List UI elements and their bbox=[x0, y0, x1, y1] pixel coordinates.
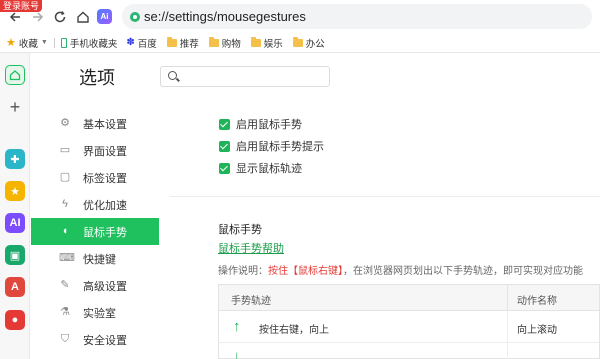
bookmark-label: 推荐 bbox=[179, 38, 199, 50]
menu-item-label: 优化加速 bbox=[83, 199, 127, 212]
enable-gesture-hints-checkbox-row[interactable]: 启用鼠标手势提示 bbox=[219, 138, 324, 154]
add-icon[interactable]: + bbox=[5, 97, 25, 117]
secure-site-icon bbox=[130, 11, 140, 22]
ai-assistant-icon[interactable]: Ai bbox=[97, 9, 112, 24]
gesture-help-link[interactable]: 鼠标手势帮助 bbox=[218, 240, 284, 256]
chevron-down-icon: ▼ bbox=[40, 39, 48, 46]
menu-item-label: 快捷键 bbox=[83, 253, 116, 266]
table-row[interactable]: ↓ bbox=[219, 343, 599, 359]
menu-item-label: 高级设置 bbox=[83, 280, 127, 293]
menu-item-mouse-gestures[interactable]: ◖ 鼠标手势 bbox=[31, 218, 159, 245]
bookmark-label: 百度 bbox=[137, 38, 157, 50]
bookmark-label: 娱乐 bbox=[263, 38, 283, 50]
home-icon[interactable] bbox=[74, 8, 92, 26]
instructions-suffix: ，在浏览器网页划出以下手势轨迹，即可实现对应功能 bbox=[343, 266, 583, 277]
address-bar[interactable]: se://settings/mousegestures bbox=[122, 4, 592, 29]
menu-item-label: 实验室 bbox=[83, 307, 116, 320]
checkbox-checked[interactable] bbox=[219, 162, 230, 174]
mouse-icon: ◖ bbox=[61, 225, 69, 237]
folder-icon bbox=[292, 36, 303, 47]
bookmark-label: 手机收藏夹 bbox=[69, 38, 118, 50]
instructions-prefix: 操作说明： bbox=[218, 266, 268, 277]
checkbox-checked[interactable] bbox=[219, 118, 230, 130]
table-header: 手势轨迹 动作名称 bbox=[219, 285, 599, 311]
instructions-warning: 按住【鼠标右键】 bbox=[268, 266, 343, 277]
menu-item-label: 标签设置 bbox=[83, 172, 127, 185]
menu-item-basic[interactable]: ⚙ 基本设置 bbox=[31, 110, 159, 137]
bookmark-baidu[interactable]: ✽ 百度 bbox=[126, 36, 156, 50]
checkbox-checked[interactable] bbox=[219, 140, 230, 152]
menu-item-advanced[interactable]: ✎ 高级设置 bbox=[31, 272, 159, 299]
checkbox-label: 启用鼠标手势 bbox=[236, 119, 302, 131]
settings-search-input[interactable] bbox=[160, 66, 330, 87]
settings-menu: ⚙ 基本设置 ▭ 界面设置 ▢ 标签设置 ϟ 优化加速 ◖ 鼠标手势 ⌨ 快捷键… bbox=[31, 110, 159, 353]
folder-icon bbox=[208, 36, 219, 47]
menu-item-label: 基本设置 bbox=[83, 118, 127, 131]
reload-icon[interactable] bbox=[51, 8, 69, 26]
checkbox-label: 显示鼠标轨迹 bbox=[236, 163, 302, 175]
back-icon[interactable] bbox=[6, 8, 24, 26]
wrench-icon: ✎ bbox=[60, 279, 70, 291]
gesture-text: 按住右键，向上 bbox=[259, 325, 329, 336]
menu-item-optimize[interactable]: ϟ 优化加速 bbox=[31, 191, 159, 218]
menu-item-interface[interactable]: ▭ 界面设置 bbox=[31, 137, 159, 164]
star-icon: ★ bbox=[6, 37, 16, 49]
browser-toolbar: 登录账号 Ai se://settings/mousegestures bbox=[0, 0, 600, 33]
gesture-table: 手势轨迹 动作名称 ↑ 按住右键，向上 向上滚动 ↓ bbox=[218, 284, 600, 359]
flask-icon: ⚗ bbox=[60, 306, 70, 318]
arrow-down-icon: ↓ bbox=[233, 348, 241, 359]
lightning-icon: ϟ bbox=[62, 198, 68, 210]
translate-app-icon[interactable]: ✚ bbox=[5, 149, 25, 169]
menu-item-label: 界面设置 bbox=[83, 145, 127, 158]
arrow-up-icon: ↑ bbox=[233, 318, 241, 335]
gear-icon: ⚙ bbox=[60, 117, 70, 129]
page-title: 选项 bbox=[79, 68, 115, 88]
menu-item-label: 安全设置 bbox=[83, 334, 127, 347]
column-header-action: 动作名称 bbox=[517, 296, 557, 307]
bookmark-folder-office[interactable]: 办公 bbox=[292, 36, 325, 50]
baidu-paw-icon: ✽ bbox=[126, 37, 135, 48]
checkbox-label: 启用鼠标手势提示 bbox=[236, 141, 324, 153]
tab-icon: ▢ bbox=[59, 171, 71, 183]
app-rail: + ✚ ★ AI ▣ A ● bbox=[0, 53, 30, 359]
favorites-app-icon[interactable]: ★ bbox=[5, 181, 25, 201]
shield-icon: ⛉ bbox=[60, 333, 70, 345]
column-header-gesture: 手势轨迹 bbox=[231, 296, 271, 307]
bookmark-folder-shopping[interactable]: 购物 bbox=[208, 36, 241, 50]
bookmark-folder-entertainment[interactable]: 娱乐 bbox=[250, 36, 283, 50]
bookmark-label: 办公 bbox=[305, 38, 325, 50]
show-trail-checkbox-row[interactable]: 显示鼠标轨迹 bbox=[219, 160, 302, 176]
bookmark-favorites[interactable]: ★ 收藏 ▼ bbox=[6, 36, 48, 50]
pdf-ai-app-icon[interactable]: A bbox=[5, 277, 25, 297]
menu-item-security[interactable]: ⛉ 安全设置 bbox=[31, 326, 159, 353]
folder-icon bbox=[250, 36, 261, 47]
phone-icon bbox=[60, 37, 67, 48]
forward-icon[interactable] bbox=[29, 8, 47, 26]
folder-icon bbox=[166, 36, 177, 47]
home-icon[interactable] bbox=[5, 65, 25, 85]
menu-item-shortcuts[interactable]: ⌨ 快捷键 bbox=[31, 245, 159, 272]
section-divider bbox=[170, 196, 600, 197]
bookmark-folder-recommend[interactable]: 推荐 bbox=[166, 36, 199, 50]
ai-app-icon[interactable]: AI bbox=[5, 213, 25, 233]
menu-item-label: 鼠标手势 bbox=[83, 226, 127, 239]
bookmark-mobile[interactable]: 手机收藏夹 bbox=[60, 36, 118, 50]
keyboard-icon: ⌨ bbox=[59, 252, 75, 264]
table-row[interactable]: ↑ 按住右键，向上 向上滚动 bbox=[219, 311, 599, 343]
window-icon: ▭ bbox=[59, 144, 71, 156]
bookmark-label: 收藏 bbox=[18, 38, 38, 50]
address-url[interactable]: se://settings/mousegestures bbox=[144, 9, 306, 24]
section-title: 鼠标手势 bbox=[218, 224, 262, 236]
bookmark-label: 购物 bbox=[221, 38, 241, 50]
bookmarks-bar: ★ 收藏 ▼ 手机收藏夹 ✽ 百度 推荐 购物 娱乐 办公 bbox=[0, 33, 600, 53]
menu-item-lab[interactable]: ⚗ 实验室 bbox=[31, 299, 159, 326]
enable-gestures-checkbox-row[interactable]: 启用鼠标手势 bbox=[219, 116, 302, 132]
bookmark-separator bbox=[53, 37, 55, 48]
search-icon bbox=[168, 71, 177, 80]
record-ai-app-icon[interactable]: ● bbox=[5, 310, 25, 330]
image-ai-app-icon[interactable]: ▣ bbox=[5, 245, 25, 265]
menu-item-tabs[interactable]: ▢ 标签设置 bbox=[31, 164, 159, 191]
action-name[interactable]: 向上滚动 bbox=[517, 321, 557, 336]
instructions-text: 操作说明：按住【鼠标右键】，在浏览器网页划出以下手势轨迹，即可实现对应功能 bbox=[218, 262, 583, 277]
